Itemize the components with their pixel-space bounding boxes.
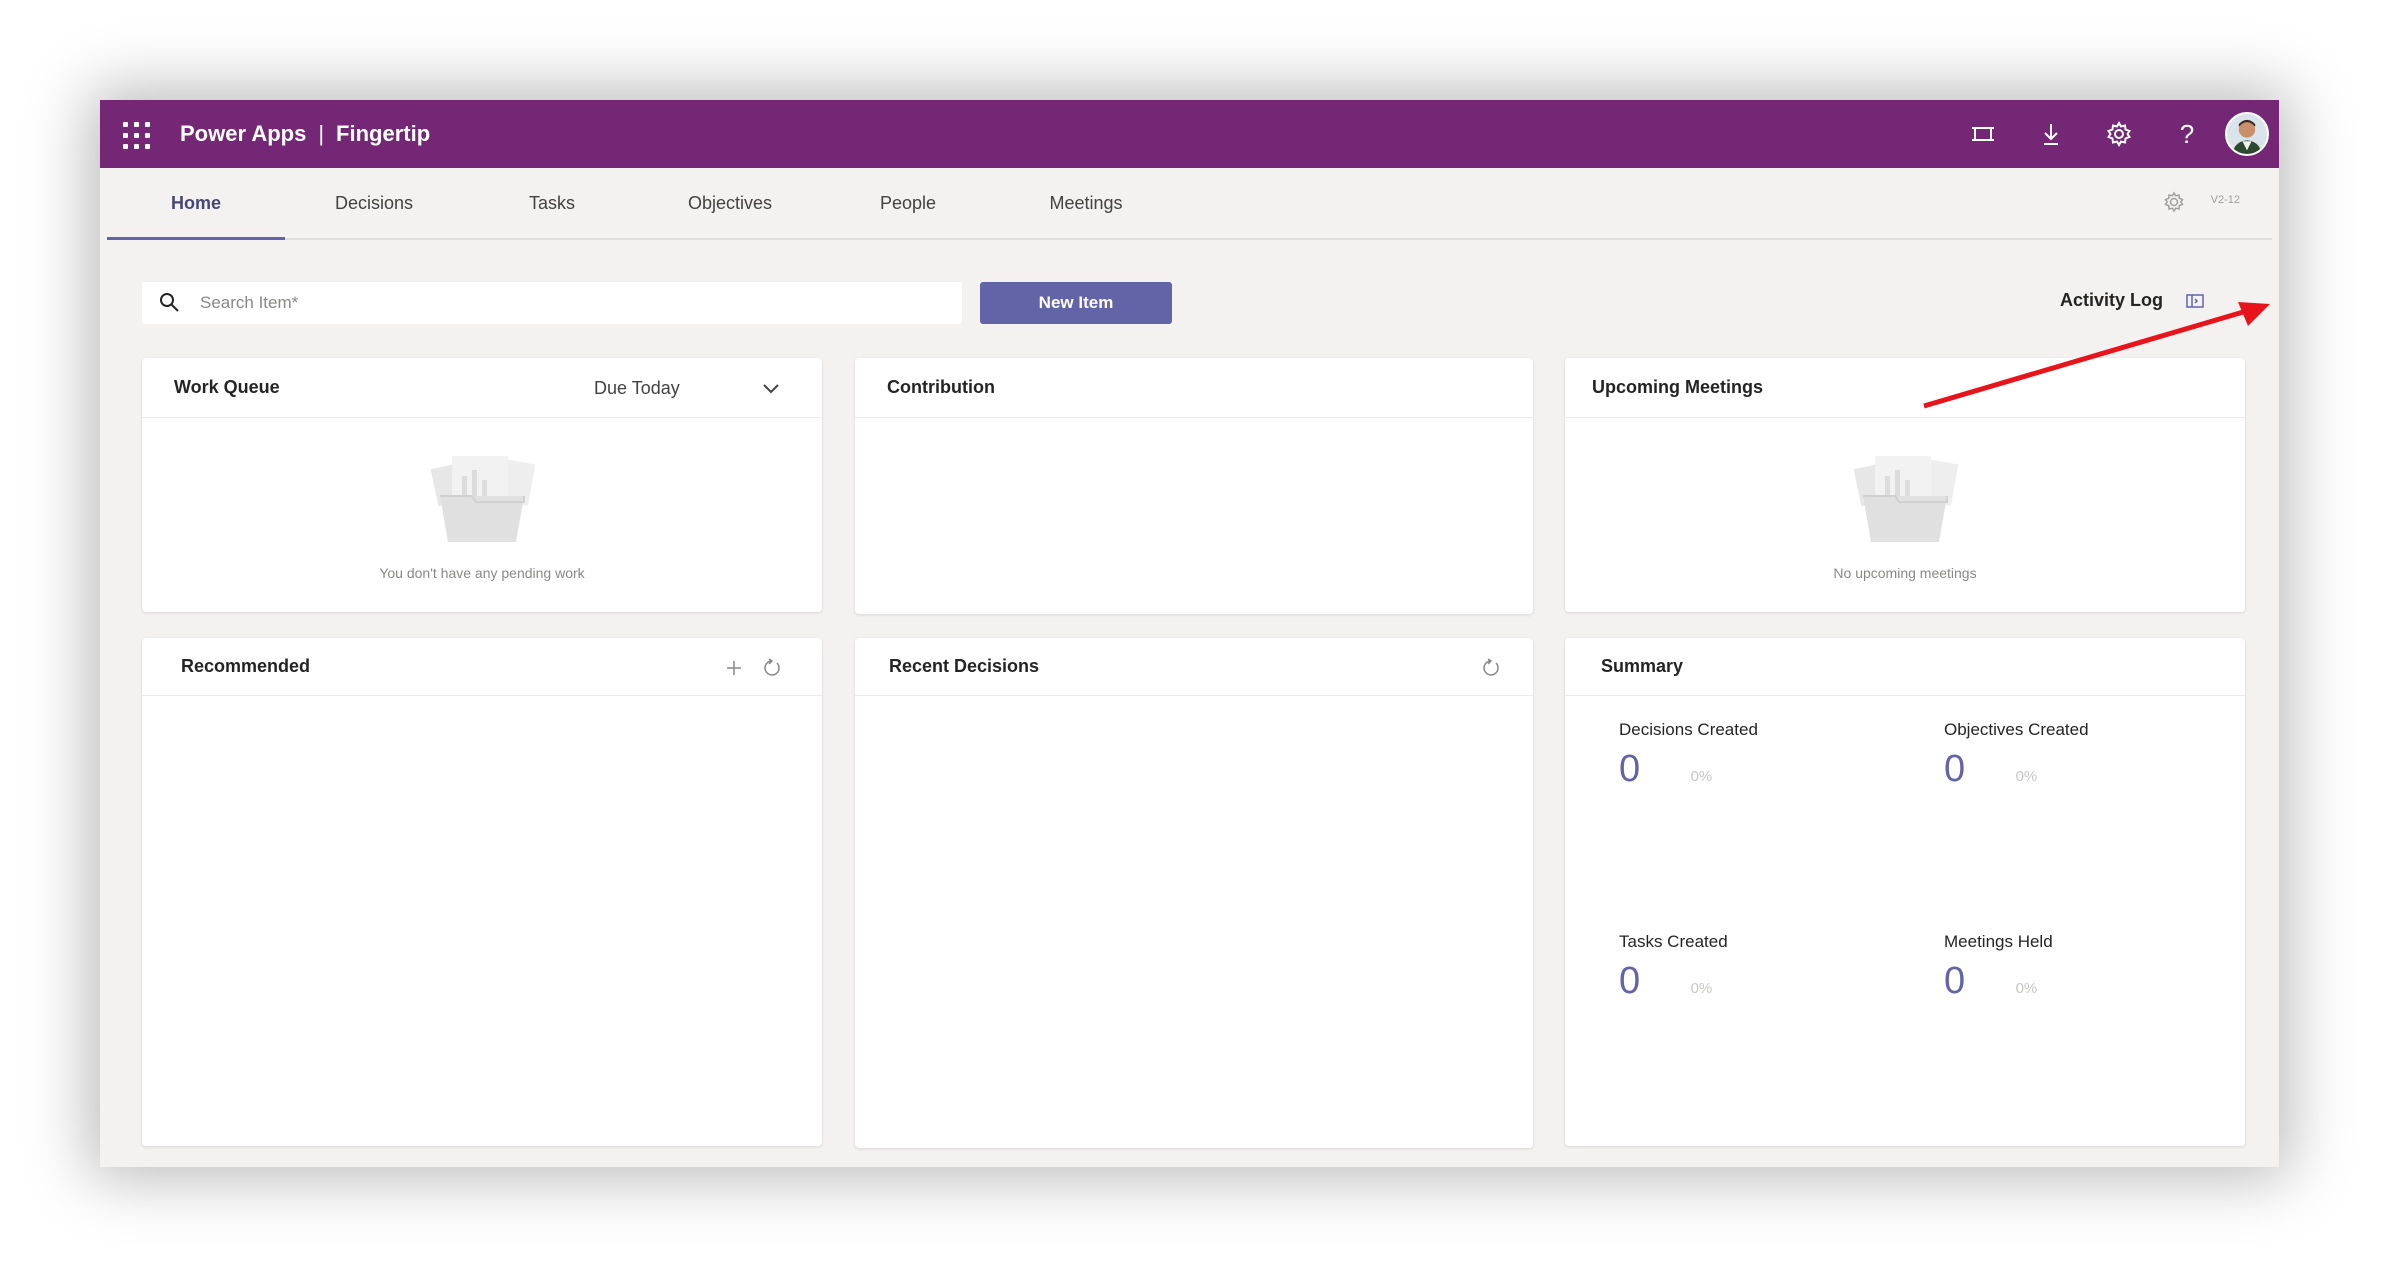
app-header: Power Apps | Fingertip ? bbox=[100, 100, 2279, 168]
card-title: Work Queue bbox=[174, 377, 280, 397]
search-box[interactable] bbox=[142, 282, 962, 324]
work-queue-header: Work Queue Due Today bbox=[142, 358, 822, 418]
app-brand: Power Apps | Fingertip bbox=[180, 121, 430, 147]
recommended-header: Recommended bbox=[142, 638, 822, 696]
app-window: Power Apps | Fingertip ? Home Decisions … bbox=[100, 100, 2279, 1167]
stat-percent: 0% bbox=[1690, 768, 1713, 785]
help-icon[interactable]: ? bbox=[2153, 100, 2221, 168]
work-queue-empty-state: You don't have any pending work bbox=[142, 446, 822, 581]
refresh-icon[interactable] bbox=[1481, 658, 1501, 678]
stat-percent: 0% bbox=[2015, 980, 2038, 997]
recommended-card: Recommended bbox=[142, 638, 822, 1146]
summary-card: Summary Decisions Created 0 0% Objective… bbox=[1565, 638, 2245, 1146]
work-queue-card: Work Queue Due Today You don't have any … bbox=[142, 358, 822, 612]
tab-tasks[interactable]: Tasks bbox=[463, 168, 641, 238]
tab-home[interactable]: Home bbox=[107, 168, 285, 240]
stat-percent: 0% bbox=[1690, 980, 1713, 997]
empty-folder-illustration bbox=[1853, 456, 1959, 542]
download-icon[interactable] bbox=[2017, 100, 2085, 168]
stat-value: 0 bbox=[1619, 748, 1641, 790]
card-title: Recommended bbox=[181, 656, 311, 676]
app-launcher-icon[interactable] bbox=[120, 119, 150, 149]
contribution-header: Contribution bbox=[855, 358, 1533, 418]
brand-power-apps: Power Apps bbox=[180, 121, 307, 146]
stat-decisions-created: Decisions Created 0 0% bbox=[1619, 720, 1758, 791]
meetings-empty-state: No upcoming meetings bbox=[1565, 446, 2245, 581]
fit-screen-icon[interactable] bbox=[1949, 100, 2017, 168]
refresh-icon[interactable] bbox=[762, 658, 782, 678]
search-icon bbox=[160, 293, 179, 312]
stat-value: 0 bbox=[1944, 960, 1966, 1002]
stat-tasks-created: Tasks Created 0 0% bbox=[1619, 932, 1728, 1003]
card-title: Summary bbox=[1601, 656, 1684, 676]
header-actions: ? bbox=[1949, 100, 2279, 168]
annotation-arrow bbox=[1923, 302, 2270, 409]
tab-decisions[interactable]: Decisions bbox=[285, 168, 463, 238]
tab-meetings[interactable]: Meetings bbox=[997, 168, 1175, 238]
due-filter-value: Due Today bbox=[594, 377, 680, 398]
brand-app-name: Fingertip bbox=[336, 121, 431, 146]
recent-decisions-header: Recent Decisions bbox=[855, 638, 1533, 696]
card-title: Recent Decisions bbox=[889, 656, 1040, 676]
empty-state-text: You don't have any pending work bbox=[379, 565, 585, 581]
empty-folder-illustration bbox=[430, 456, 536, 542]
stat-value: 0 bbox=[1944, 748, 1966, 790]
card-title: Contribution bbox=[887, 377, 995, 397]
recent-decisions-card: Recent Decisions bbox=[855, 638, 1533, 1148]
avatar[interactable] bbox=[2225, 112, 2269, 156]
stat-value: 0 bbox=[1619, 960, 1641, 1002]
add-icon[interactable] bbox=[724, 658, 744, 678]
tab-objectives[interactable]: Objectives bbox=[641, 168, 819, 238]
stat-objectives-created: Objectives Created 0 0% bbox=[1944, 720, 2089, 791]
contribution-card: Contribution bbox=[855, 358, 1533, 614]
stat-label: Decisions Created bbox=[1619, 720, 1758, 739]
brand-separator: | bbox=[318, 121, 325, 146]
stat-percent: 0% bbox=[2015, 768, 2038, 785]
empty-state-text: No upcoming meetings bbox=[1833, 565, 1977, 581]
card-title: Upcoming Meetings bbox=[1592, 377, 1764, 397]
chevron-down-icon bbox=[763, 384, 779, 394]
settings-icon[interactable] bbox=[2085, 100, 2153, 168]
stat-label: Tasks Created bbox=[1619, 932, 1728, 951]
search-input[interactable] bbox=[200, 293, 900, 313]
help-glyph: ? bbox=[2179, 118, 2195, 149]
new-item-button[interactable]: New Item bbox=[980, 282, 1172, 324]
tab-people[interactable]: People bbox=[819, 168, 997, 238]
due-filter-dropdown[interactable]: Due Today bbox=[562, 368, 782, 408]
summary-header: Summary bbox=[1565, 638, 2245, 696]
stat-meetings-held: Meetings Held 0 0% bbox=[1944, 932, 2053, 1003]
stat-label: Meetings Held bbox=[1944, 932, 2053, 951]
stat-label: Objectives Created bbox=[1944, 720, 2089, 739]
